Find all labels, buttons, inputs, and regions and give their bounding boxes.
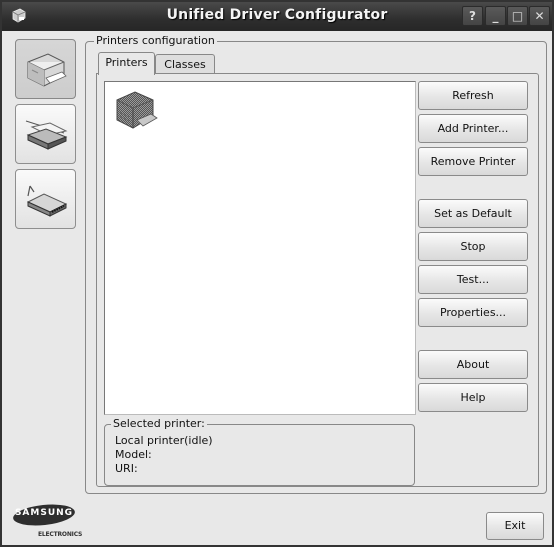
maximize-button[interactable]: □ — [507, 6, 528, 26]
scanner-icon — [25, 120, 68, 150]
list-item[interactable] — [111, 88, 159, 136]
samsung-sub-text: ELECTRONICS — [38, 531, 83, 538]
set-default-label: Set as Default — [434, 207, 512, 220]
sidebar-item-printers[interactable] — [15, 39, 76, 99]
printer-status: Local printer(idle) — [115, 434, 213, 447]
port-icon — [26, 185, 68, 217]
set-default-button[interactable]: Set as Default — [418, 199, 528, 228]
remove-printer-label: Remove Printer — [430, 155, 516, 168]
printer-model-label: Model: — [115, 448, 152, 461]
remove-printer-button[interactable]: Remove Printer — [418, 147, 528, 176]
add-printer-label: Add Printer... — [437, 122, 509, 135]
printer-list[interactable] — [104, 81, 416, 415]
tab-classes[interactable]: Classes — [155, 54, 215, 75]
selected-printer-title: Selected printer: — [111, 417, 207, 430]
tab-printers[interactable]: Printers — [98, 52, 155, 75]
title-bar[interactable]: Unified Driver Configurator ? _ □ ✕ — [2, 2, 552, 31]
maximize-icon: □ — [511, 9, 524, 23]
refresh-label: Refresh — [452, 89, 494, 102]
help-title-button[interactable]: ? — [462, 6, 483, 26]
sidebar-item-scanners[interactable] — [15, 104, 76, 164]
properties-button[interactable]: Properties... — [418, 298, 528, 327]
samsung-brand-text: SAMSUNG — [14, 508, 74, 518]
stop-label: Stop — [460, 240, 486, 253]
about-button[interactable]: About — [418, 350, 528, 379]
help-label: Help — [460, 391, 486, 404]
close-button[interactable]: ✕ — [529, 6, 550, 26]
exit-label: Exit — [504, 519, 526, 532]
test-button[interactable]: Test... — [418, 265, 528, 294]
help-icon: ? — [469, 9, 476, 23]
close-icon: ✕ — [534, 9, 545, 23]
minimize-button[interactable]: _ — [485, 6, 506, 26]
test-label: Test... — [456, 273, 490, 286]
exit-button[interactable]: Exit — [486, 512, 544, 540]
properties-label: Properties... — [439, 306, 507, 319]
printers-configuration-title: Printers configuration — [94, 34, 217, 47]
about-label: About — [456, 358, 490, 371]
minimize-icon: _ — [492, 9, 499, 23]
samsung-logo: SAMSUNG ELECTRONICS — [12, 503, 83, 543]
sidebar-item-ports[interactable] — [15, 169, 76, 229]
selected-printer-group: Local printer(idle) Model: URI: — [104, 424, 415, 486]
main-window: Unified Driver Configurator ? _ □ ✕ Prin… — [0, 0, 554, 547]
stop-button[interactable]: Stop — [418, 232, 528, 261]
printer-uri-label: URI: — [115, 462, 138, 475]
add-printer-button[interactable]: Add Printer... — [418, 114, 528, 143]
refresh-button[interactable]: Refresh — [418, 81, 528, 110]
help-button[interactable]: Help — [418, 383, 528, 412]
printer-icon — [27, 53, 67, 87]
printer-icon — [116, 91, 158, 129]
